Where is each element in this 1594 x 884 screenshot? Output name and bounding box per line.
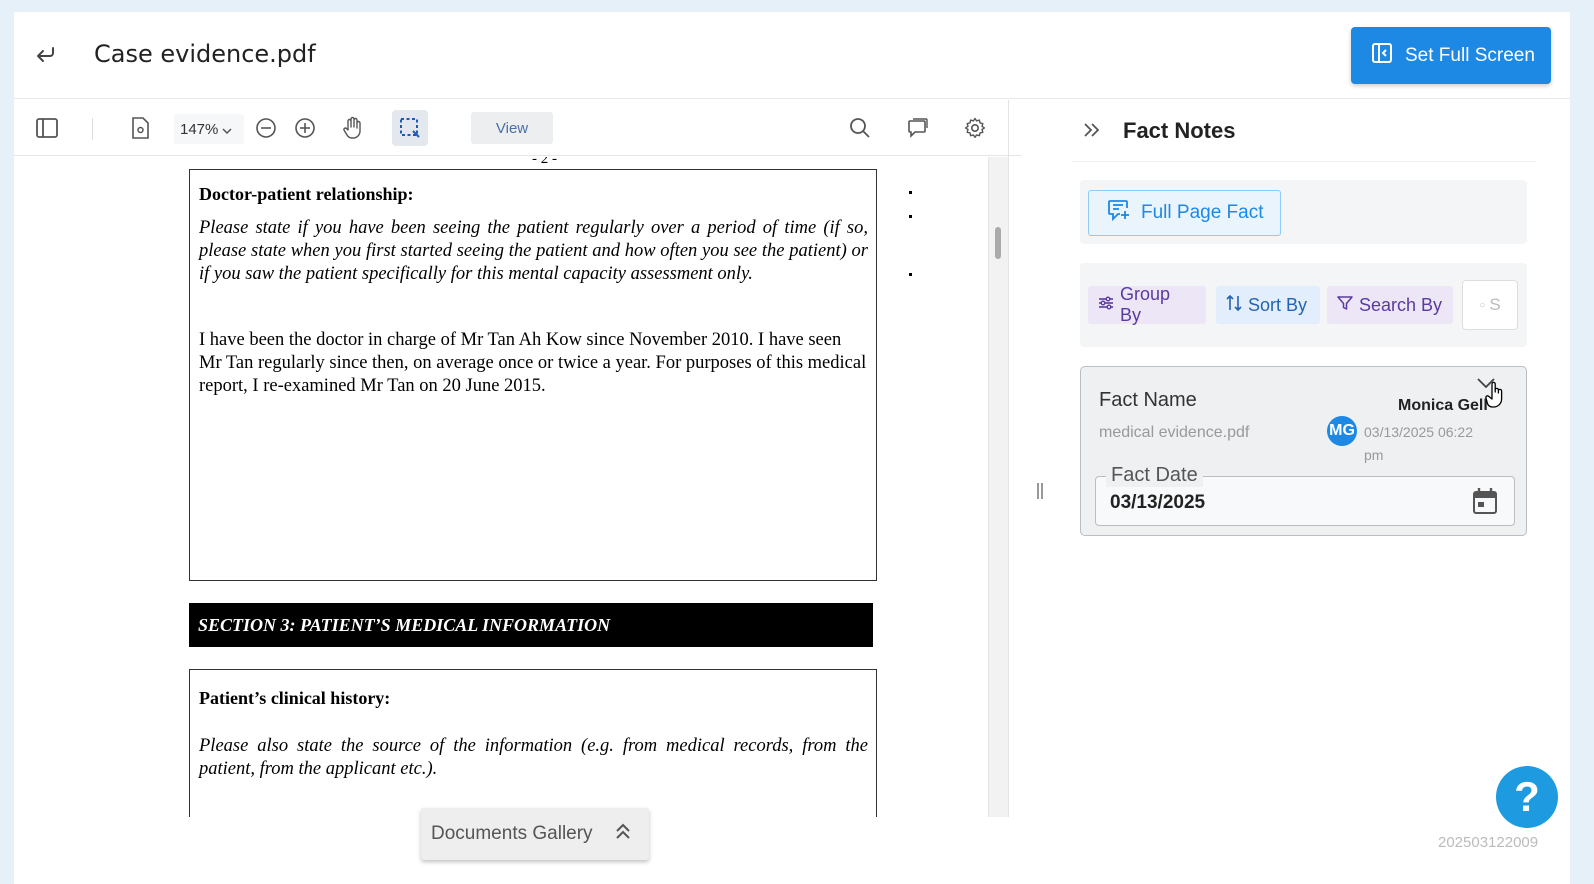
clinical-history-box: Patient’s clinical history: Please also …: [189, 669, 877, 817]
zoom-select[interactable]: 147%: [174, 114, 244, 144]
sliders-icon: [1098, 295, 1114, 316]
pan-hand-icon[interactable]: [340, 115, 366, 141]
sort-by-button[interactable]: Sort By: [1216, 286, 1320, 324]
box1-answer: I have been the doctor in charge of Mr T…: [199, 330, 867, 396]
fact-timestamp: 03/13/2025 06:22 pm: [1364, 424, 1473, 463]
sort-by-label: Sort By: [1248, 294, 1308, 315]
hand-cursor-icon: [1485, 381, 1507, 411]
fact-date-field[interactable]: Fact Date 03/13/2025: [1095, 464, 1515, 526]
group-by-label: Group By: [1120, 284, 1171, 325]
set-full-screen-label: Set Full Screen: [1405, 44, 1535, 66]
search-by-button[interactable]: Search By: [1327, 286, 1453, 324]
pdf-page-area[interactable]: - 2 - Doctor-patient relationship: Pleas…: [22, 157, 989, 817]
group-by-button[interactable]: Group By: [1088, 284, 1206, 325]
document-title: Case evidence.pdf: [94, 40, 316, 68]
help-button[interactable]: ?: [1496, 766, 1558, 828]
section-3-header: SECTION 3: PATIENT’S MEDICAL INFORMATION: [189, 603, 873, 647]
box1-heading: Doctor-patient relationship:: [199, 184, 414, 204]
doctor-patient-box: Doctor-patient relationship: Please stat…: [189, 169, 877, 581]
double-chevron-up-icon: [615, 822, 631, 846]
full-page-fact-button[interactable]: Full Page Fact: [1088, 190, 1281, 236]
fact-notes-header: Fact Notes: [1072, 100, 1536, 162]
fact-author-name: Monica Gell: [1398, 397, 1488, 414]
fact-notes-title: Fact Notes: [1123, 118, 1236, 143]
small-search-icon: ○: [1479, 299, 1486, 311]
box2-heading: Patient’s clinical history:: [199, 688, 391, 708]
double-chevron-right-icon[interactable]: [1082, 120, 1106, 144]
zoom-in-icon[interactable]: [292, 115, 318, 141]
full-page-fact-label: Full Page Fact: [1141, 202, 1264, 223]
add-comment-icon: [1107, 199, 1131, 227]
app-window: Case evidence.pdf Set Full Screen 147% V…: [14, 12, 1570, 884]
set-full-screen-button[interactable]: Set Full Screen: [1351, 27, 1551, 84]
marquee-select-icon[interactable]: [392, 110, 428, 146]
fact-card[interactable]: Fact Name medical evidence.pdf Monica Ge…: [1080, 366, 1527, 536]
comments-icon[interactable]: [904, 115, 930, 141]
sidebar-toggle-icon[interactable]: [34, 115, 60, 141]
build-version: 202503122009: [1438, 834, 1539, 851]
margin-mark: [909, 215, 912, 218]
viewer-divider: [1008, 100, 1009, 817]
margin-mark: [909, 191, 912, 194]
viewer-toolbar: 147% View: [14, 100, 1022, 156]
page-number: - 2 -: [532, 157, 557, 167]
margin-mark: [909, 273, 912, 276]
vertical-scrollbar[interactable]: [988, 157, 1008, 817]
full-page-fact-section: Full Page Fact: [1080, 180, 1527, 244]
fact-date-value: 03/13/2025: [1110, 492, 1206, 513]
box1-question: Please state if you have been seeing the…: [199, 218, 868, 284]
fact-search-input[interactable]: ○ S: [1462, 280, 1518, 330]
view-button[interactable]: View: [471, 112, 553, 144]
toolbar-divider: [92, 118, 93, 140]
header-bar: Case evidence.pdf Set Full Screen: [14, 12, 1570, 99]
scrollbar-thumb[interactable]: [995, 227, 1001, 259]
chevron-down-icon: [222, 121, 232, 138]
documents-gallery-label: Documents Gallery: [431, 823, 593, 844]
page-settings-icon[interactable]: [127, 115, 153, 141]
filter-toolbar: Group By Sort By Search By ○ S: [1080, 263, 1527, 347]
fact-source-file: medical evidence.pdf: [1099, 424, 1250, 441]
fact-search-placeholder: S: [1489, 295, 1501, 314]
search-icon[interactable]: [847, 115, 873, 141]
box2-question: Please also state the source of the info…: [199, 736, 868, 779]
fullscreen-icon: [1371, 42, 1393, 70]
calendar-icon[interactable]: [1472, 487, 1500, 515]
avatar: MG: [1327, 416, 1357, 446]
fact-name: Fact Name: [1099, 389, 1197, 411]
back-arrow-icon[interactable]: [32, 40, 60, 68]
documents-gallery-toggle[interactable]: Documents Gallery: [421, 808, 649, 860]
filter-funnel-icon: [1337, 295, 1353, 316]
zoom-value: 147%: [180, 120, 219, 138]
search-by-label: Search By: [1359, 294, 1443, 315]
panel-resize-handle[interactable]: [1036, 482, 1044, 502]
fact-date-label: Fact Date: [1106, 464, 1203, 487]
zoom-out-icon[interactable]: [253, 115, 279, 141]
sort-arrows-icon: [1226, 294, 1242, 317]
settings-gear-icon[interactable]: [962, 115, 988, 141]
